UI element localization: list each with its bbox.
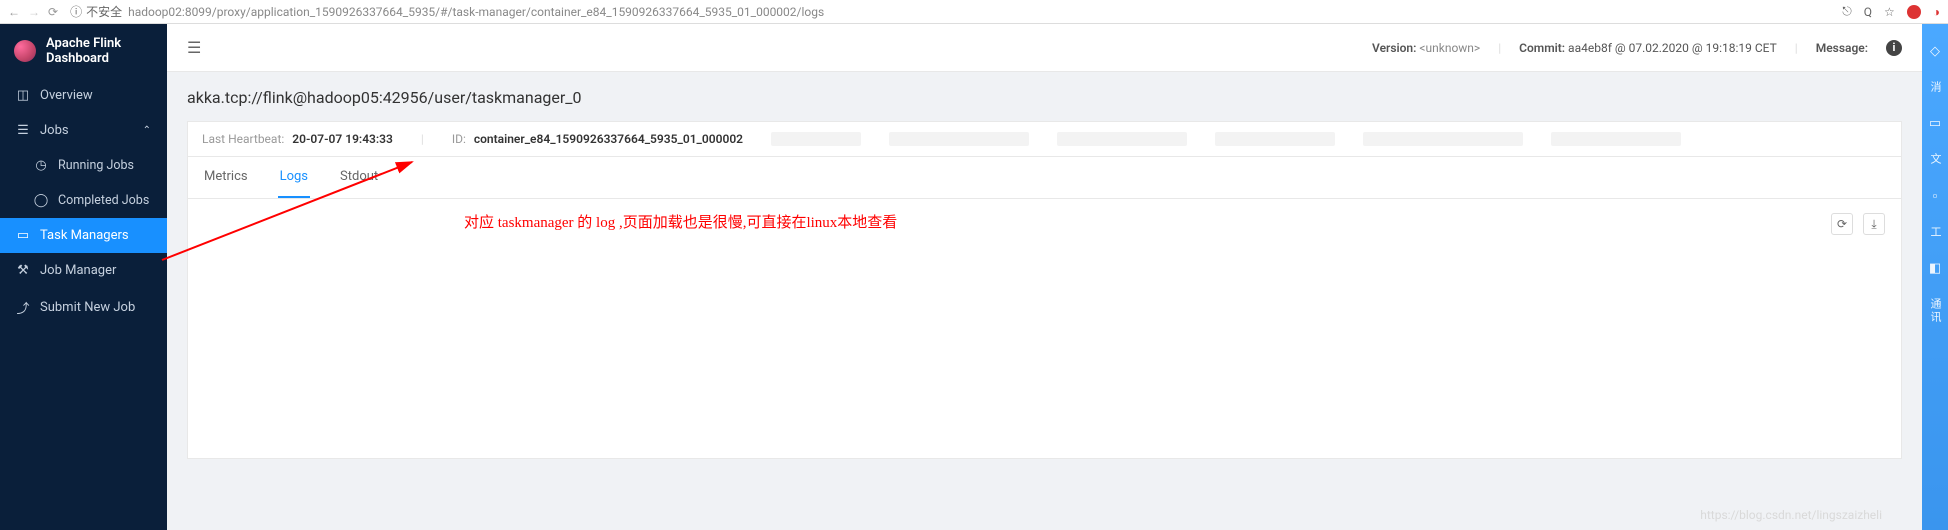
edge-chat-icon[interactable]: ◧ <box>1929 261 1941 276</box>
nav-back-icon[interactable]: ← <box>8 5 20 19</box>
heartbeat-label: Last Heartbeat: <box>202 132 284 146</box>
check-icon: ◯ <box>34 193 48 208</box>
dashboard-icon: ◫ <box>16 88 30 103</box>
tab-metrics[interactable]: Metrics <box>202 157 250 198</box>
translate-icon[interactable]: ⎋ <box>1842 4 1852 19</box>
sidebar-item-completed-jobs[interactable]: ◯ Completed Jobs <box>0 183 167 218</box>
info-badge-icon[interactable]: i <box>1886 40 1902 56</box>
sidebar-item-job-manager[interactable]: ⚒ Job Manager <box>0 253 167 288</box>
reload-button[interactable]: ⟳ <box>1831 213 1853 235</box>
sidebar-item-running-jobs[interactable]: ◷ Running Jobs <box>0 148 167 183</box>
edge-bookmark-icon[interactable]: ◇ <box>1930 44 1940 59</box>
redacted-block <box>771 132 861 146</box>
edge-item-4[interactable]: 通讯 <box>1927 298 1943 324</box>
spinner-icon: ◷ <box>34 158 48 173</box>
sidebar-item-submit-job[interactable]: ⤴ Submit New Job <box>0 288 167 327</box>
insecure-badge: ⓘ 不安全 <box>70 3 122 20</box>
star-icon[interactable]: ☆ <box>1884 5 1895 19</box>
chevron-up-icon: ⌃ <box>143 125 151 136</box>
annotation-text: 对应 taskmanager 的 log ,页面加载也是很慢,可直接在linux… <box>464 211 897 232</box>
schedule-icon: ▭ <box>16 228 30 243</box>
build-icon: ⚒ <box>16 263 30 278</box>
app-logo-title: Apache Flink Dashboard <box>0 24 167 78</box>
tab-stdout[interactable]: Stdout <box>338 157 380 198</box>
extension-icon[interactable]: ◑ <box>1933 5 1940 19</box>
download-button[interactable]: ⤓ <box>1863 213 1885 235</box>
id-label: ID: <box>452 132 466 146</box>
edge-item-1[interactable]: 消 <box>1927 81 1943 94</box>
edge-item-2[interactable]: 文 <box>1927 153 1943 166</box>
search-icon[interactable]: Q <box>1864 5 1872 19</box>
redacted-block <box>1551 132 1681 146</box>
nav-forward-icon[interactable]: → <box>28 5 40 19</box>
log-panel: 对应 taskmanager 的 log ,页面加载也是很慢,可直接在linux… <box>187 199 1902 459</box>
right-edge-toolbar: ◇ 消 ▭ 文 ▫ 工 ◧ 通讯 <box>1922 24 1948 530</box>
bars-icon: ☰ <box>16 123 30 138</box>
profile-icon[interactable] <box>1907 5 1921 19</box>
edge-doc-icon[interactable]: ▭ <box>1929 116 1941 131</box>
redacted-block <box>1215 132 1335 146</box>
nav-reload-icon[interactable]: ⟳ <box>48 5 58 19</box>
menu-collapse-icon[interactable]: ☰ <box>187 38 201 57</box>
redacted-block <box>1057 132 1187 146</box>
sidebar-item-jobs[interactable]: ☰ Jobs ⌃ <box>0 113 167 148</box>
redacted-block <box>889 132 1029 146</box>
commit-info: Commit: aa4eb8f @ 07.02.2020 @ 19:18:19 … <box>1519 41 1777 55</box>
upload-icon: ⤴ <box>16 298 30 317</box>
message-info: Message: <box>1816 41 1868 55</box>
browser-chrome: ← → ⟳ ⓘ 不安全 hadoop02:8099/proxy/applicat… <box>0 0 1948 24</box>
tabs: Metrics Logs Stdout <box>187 157 1902 199</box>
sidebar-item-overview[interactable]: ◫ Overview <box>0 78 167 113</box>
sidebar-item-task-managers[interactable]: ▭ Task Managers <box>0 218 167 253</box>
version-info: Version: <unknown> <box>1372 41 1480 55</box>
main-content: ☰ Version: <unknown> | Commit: aa4eb8f @… <box>167 24 1922 530</box>
edge-item-3[interactable]: 工 <box>1927 226 1943 239</box>
url-text[interactable]: hadoop02:8099/proxy/application_15909263… <box>128 5 824 19</box>
flink-logo-icon <box>14 40 36 62</box>
task-info-row: Last Heartbeat: 20-07-07 19:43:33 | ID: … <box>187 121 1902 157</box>
edge-tool-icon[interactable]: ▫ <box>1933 188 1938 204</box>
redacted-block <box>1363 132 1523 146</box>
heartbeat-value: 20-07-07 19:43:33 <box>292 132 393 146</box>
topbar: ☰ Version: <unknown> | Commit: aa4eb8f @… <box>167 24 1922 72</box>
watermark: https://blog.csdn.net/lingszaizheli <box>1700 508 1882 522</box>
info-icon: ⓘ <box>70 3 82 20</box>
tab-logs[interactable]: Logs <box>278 157 310 198</box>
page-title: akka.tcp://flink@hadoop05:42956/user/tas… <box>187 88 1902 107</box>
sidebar: Apache Flink Dashboard ◫ Overview ☰ Jobs… <box>0 24 167 530</box>
id-value: container_e84_1590926337664_5935_01_0000… <box>474 132 743 146</box>
